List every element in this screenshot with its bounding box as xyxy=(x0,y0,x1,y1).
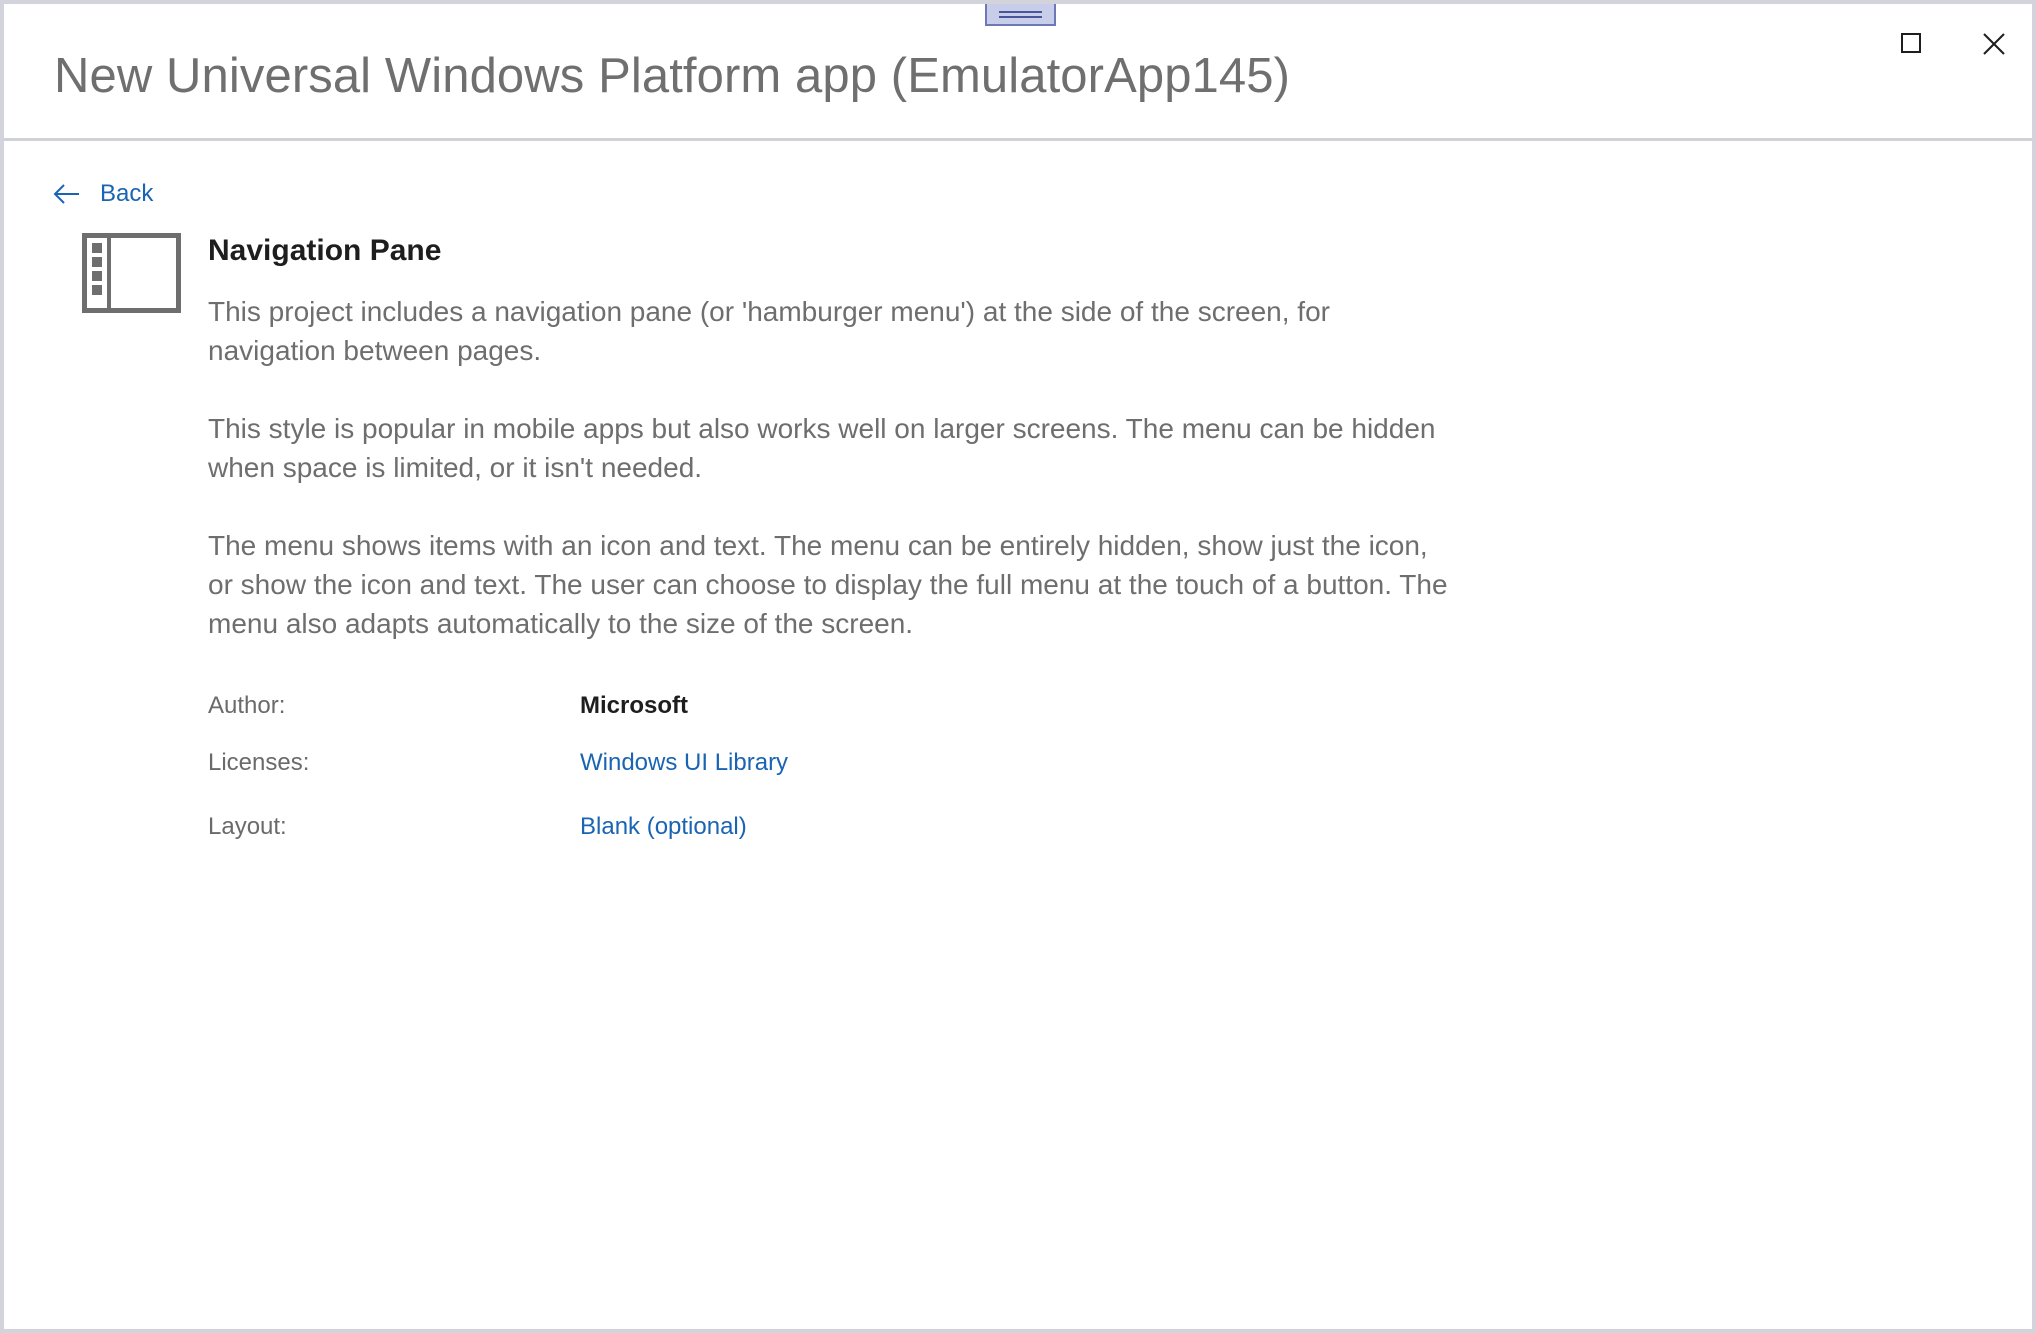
window-title: New Universal Windows Platform app (Emul… xyxy=(54,49,1291,103)
arrow-left-icon xyxy=(53,184,79,204)
maximize-button[interactable] xyxy=(1884,22,1936,74)
licenses-label: Licenses: xyxy=(208,749,310,776)
layout-link[interactable]: Blank (optional) xyxy=(580,813,747,841)
template-title: Navigation Pane xyxy=(208,234,442,267)
back-link[interactable]: Back xyxy=(52,174,153,214)
close-icon xyxy=(1983,33,2005,55)
template-description: Navigation Pane This project includes a … xyxy=(208,230,1458,682)
dialog-window: New Universal Windows Platform app (Emul… xyxy=(0,0,2036,1333)
navigation-pane-icon xyxy=(82,233,182,318)
maximize-icon xyxy=(1901,33,1921,53)
layout-label: Layout: xyxy=(208,813,287,840)
description-paragraph: This style is popular in mobile apps but… xyxy=(208,413,1436,483)
author-value: Microsoft xyxy=(580,692,688,719)
description-paragraph: This project includes a navigation pane … xyxy=(208,296,1330,366)
description-paragraph: The menu shows items with an icon and te… xyxy=(208,530,1448,639)
licenses-link[interactable]: Windows UI Library xyxy=(580,749,788,777)
title-bar: New Universal Windows Platform app (Emul… xyxy=(4,4,2032,141)
author-label: Author: xyxy=(208,692,286,719)
back-label: Back xyxy=(100,180,154,207)
close-button[interactable] xyxy=(1968,22,2020,74)
